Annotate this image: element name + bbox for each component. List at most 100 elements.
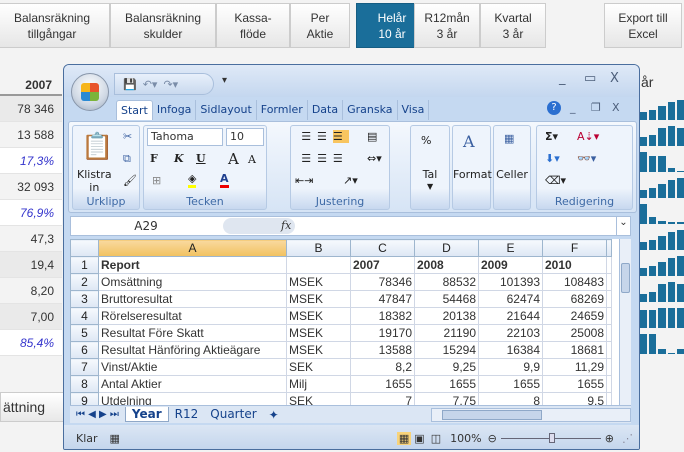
cell[interactable]: 88532 — [414, 273, 479, 291]
column-header[interactable]: D — [414, 239, 479, 257]
ribbon-tab[interactable]: Start — [116, 100, 153, 120]
grow-font-icon[interactable]: A — [228, 150, 239, 168]
doc-minimize-button[interactable]: _ — [570, 101, 576, 114]
row-header[interactable]: 7 — [70, 358, 99, 376]
cell[interactable]: 21644 — [478, 307, 543, 325]
cell[interactable]: 11,29 — [542, 358, 607, 376]
cell[interactable]: Utdelning — [98, 392, 287, 405]
cell[interactable]: 101393 — [478, 273, 543, 291]
cell[interactable]: 78346 — [350, 273, 415, 291]
horizontal-align-icons[interactable]: ☰☰☰ — [295, 152, 355, 165]
merge-icon[interactable]: ⇔▾ — [367, 152, 382, 165]
fill-icon[interactable]: ⬇▾ — [545, 152, 560, 165]
cell[interactable]: SEK — [286, 392, 351, 405]
sheet-tab[interactable]: R12 — [169, 407, 205, 422]
cell[interactable] — [606, 256, 612, 274]
sheet-nav-icons[interactable]: ⏮ ◀ ▶ ⏭ — [70, 409, 125, 420]
borders-icon[interactable]: ⊞ — [152, 174, 161, 187]
cell[interactable]: 1655 — [350, 375, 415, 393]
cell[interactable] — [606, 375, 612, 393]
column-header[interactable] — [606, 239, 612, 257]
nav-button[interactable]: Export till Excel — [604, 3, 682, 48]
cell[interactable]: 13588 — [350, 341, 415, 359]
zoom-slider[interactable] — [500, 432, 601, 443]
font-size-select[interactable]: 10 — [226, 128, 264, 146]
nav-button[interactable]: Per Aktie — [290, 3, 350, 48]
column-header[interactable]: B — [286, 239, 351, 257]
vertical-align-icons[interactable]: ☰☰☰ — [295, 130, 355, 143]
cell[interactable]: 54468 — [414, 290, 479, 308]
cell[interactable] — [606, 324, 612, 342]
cell[interactable] — [606, 307, 612, 325]
cell[interactable]: 18681 — [542, 341, 607, 359]
ribbon-tab[interactable]: Formler — [257, 100, 308, 120]
cell[interactable]: MSEK — [286, 324, 351, 342]
cell[interactable] — [606, 290, 612, 308]
format-painter-icon[interactable]: 🖌 — [123, 174, 137, 187]
insert-sheet-icon[interactable]: ✦ — [263, 408, 285, 422]
omsattning-button[interactable]: ättning — [0, 392, 64, 422]
cell[interactable]: 1655 — [414, 375, 479, 393]
vertical-scrollbar[interactable] — [619, 239, 631, 405]
nav-button[interactable]: Kvartal 3 år — [480, 3, 546, 48]
paste-icon[interactable]: 📋 — [81, 132, 113, 162]
sort-filter-icon[interactable]: A⇣▾ — [577, 130, 599, 143]
cell[interactable]: 47847 — [350, 290, 415, 308]
cell[interactable]: 16384 — [478, 341, 543, 359]
cell[interactable]: MSEK — [286, 341, 351, 359]
nav-button[interactable]: Kassa- flöde — [216, 3, 290, 48]
doc-restore-button[interactable]: ❐ — [591, 101, 601, 114]
cell[interactable]: 22103 — [478, 324, 543, 342]
autosum-icon[interactable]: Σ▾ — [545, 130, 558, 143]
cell[interactable]: Antal Aktier — [98, 375, 287, 393]
column-header[interactable]: A — [98, 239, 287, 257]
cell[interactable] — [606, 358, 612, 376]
resize-grip-icon[interactable]: ⋰ — [614, 432, 639, 445]
number-button[interactable]: Tal — [411, 168, 449, 181]
cell[interactable]: 2007 — [350, 256, 415, 274]
wrap-text-icon[interactable]: ▤ — [367, 130, 377, 143]
cell[interactable]: 2008 — [414, 256, 479, 274]
cell[interactable] — [286, 256, 351, 274]
cells-icon[interactable]: ▦ — [504, 132, 514, 145]
percent-icon[interactable]: % — [421, 134, 431, 147]
expand-formula-bar-icon[interactable]: ⌄ — [616, 217, 630, 235]
cell[interactable]: 7 — [350, 392, 415, 405]
sheet-tab[interactable]: Year — [124, 407, 169, 422]
ribbon-tab[interactable]: Sidlayout — [196, 100, 257, 120]
horizontal-scrollbar[interactable] — [431, 407, 631, 422]
nav-button[interactable]: Balansräkning tillgångar — [0, 3, 110, 48]
zoom-level[interactable]: 100% — [444, 432, 487, 445]
row-header[interactable]: 9 — [70, 392, 99, 405]
spreadsheet-grid[interactable]: A B C D E F 1 Report 2007 2008 2009 2010 2 Omsättning… — [70, 239, 619, 405]
doc-close-button[interactable]: X — [612, 101, 620, 114]
row-header[interactable]: 6 — [70, 341, 99, 359]
close-button[interactable]: X — [610, 71, 619, 86]
zoom-in-button[interactable]: ⊕ — [605, 432, 614, 445]
cell[interactable] — [606, 341, 612, 359]
fx-icon[interactable]: fx — [281, 219, 291, 232]
cell[interactable]: SEK — [286, 358, 351, 376]
select-all-corner[interactable] — [70, 239, 99, 257]
cell[interactable] — [606, 392, 612, 405]
row-header[interactable]: 3 — [70, 290, 99, 308]
page-layout-view-button[interactable]: ▣ — [411, 432, 427, 445]
cut-icon[interactable]: ✂ — [123, 130, 132, 143]
cell[interactable]: 2009 — [478, 256, 543, 274]
formula-input[interactable] — [303, 217, 615, 235]
page-break-view-button[interactable]: ◫ — [428, 432, 444, 445]
cell[interactable]: Milj — [286, 375, 351, 393]
cell[interactable]: 68269 — [542, 290, 607, 308]
row-header[interactable]: 1 — [70, 256, 99, 274]
ribbon-tab[interactable]: Data — [308, 100, 344, 120]
sheet-tab[interactable]: Quarter — [204, 407, 262, 422]
cell[interactable]: 25008 — [542, 324, 607, 342]
macro-record-icon[interactable]: ▦ — [110, 432, 120, 445]
row-header[interactable]: 8 — [70, 375, 99, 393]
row-header[interactable]: 2 — [70, 273, 99, 291]
shrink-font-icon[interactable]: A — [248, 153, 256, 166]
undo-icon[interactable]: ↶▾ — [143, 78, 158, 91]
styles-icon[interactable]: A — [463, 132, 475, 151]
row-header[interactable]: 5 — [70, 324, 99, 342]
cell[interactable]: 8 — [478, 392, 543, 405]
